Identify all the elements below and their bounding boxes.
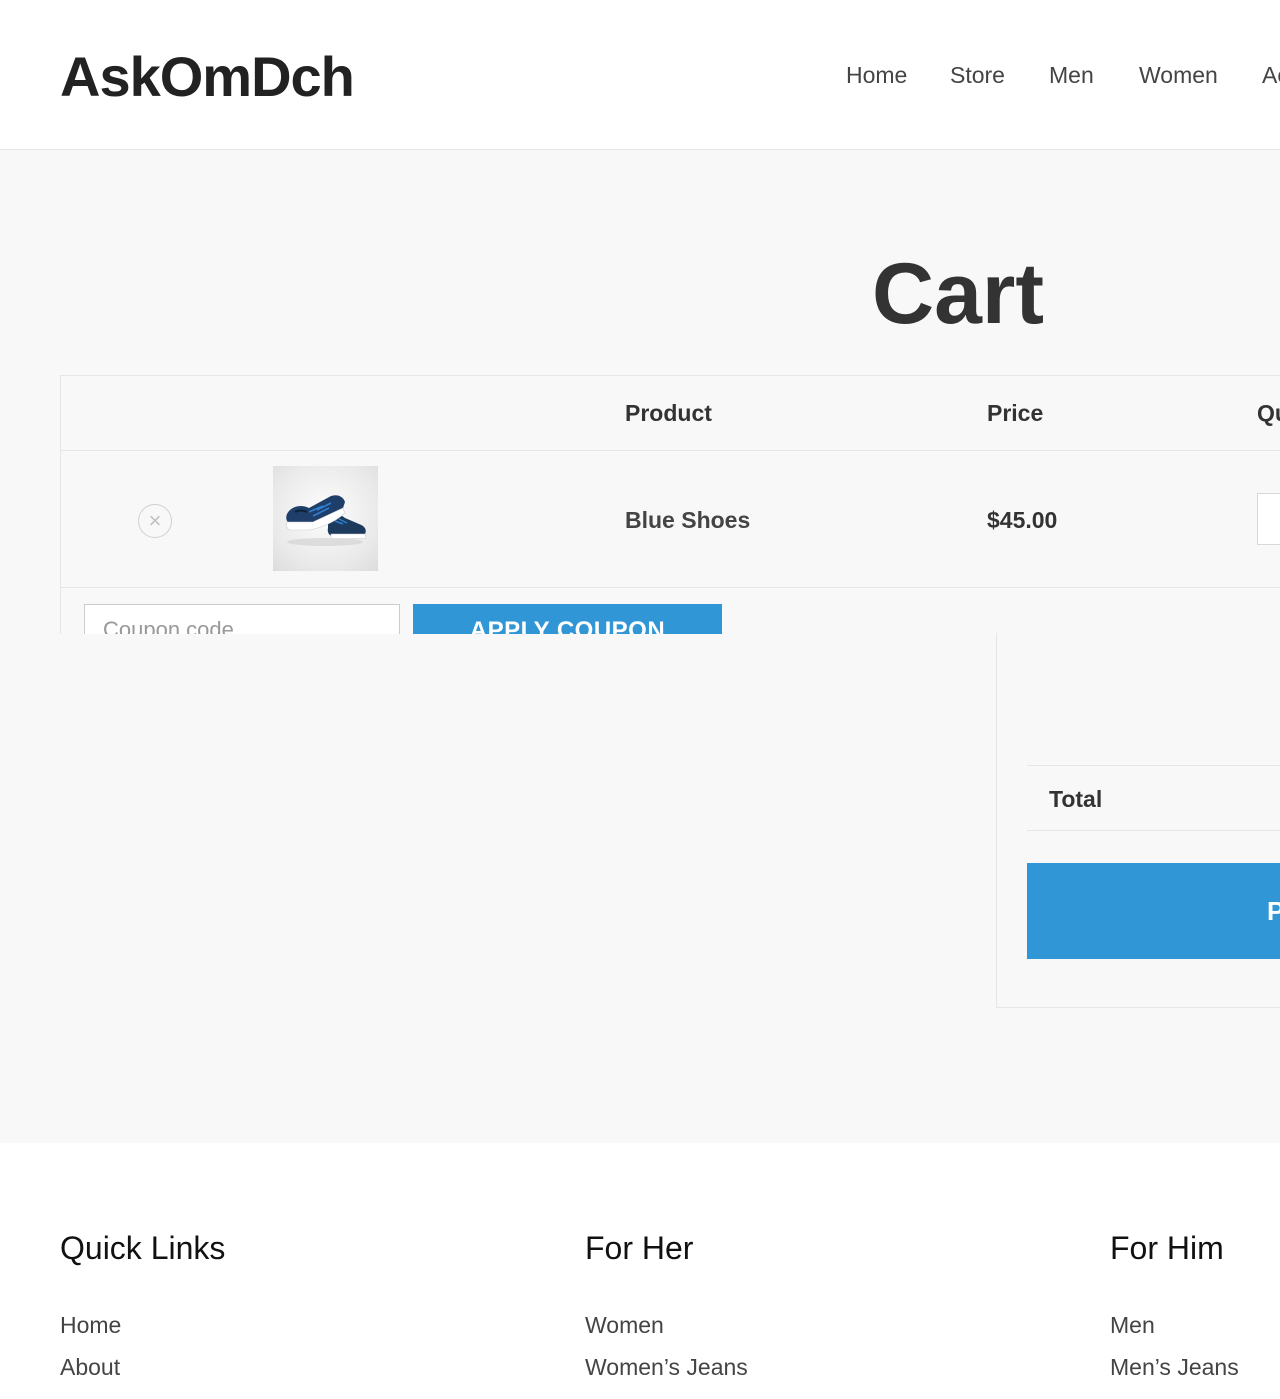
close-icon: × (148, 508, 162, 533)
footer-heading: Quick Links (60, 1230, 226, 1266)
remove-item-button[interactable]: × (138, 504, 172, 538)
nav-item-home[interactable]: Home (846, 62, 907, 89)
cart-totals: Total P (996, 633, 1280, 1008)
footer-link-men[interactable]: Men (1110, 1312, 1155, 1339)
footer-heading: For Her (585, 1230, 694, 1266)
checkout-button-label: P (1267, 896, 1280, 926)
footer-column-for-him: For Him Men Men’s Jeans (1110, 1143, 1280, 1399)
column-header-product: Product (625, 400, 712, 426)
nav-item-women[interactable]: Women (1139, 62, 1218, 89)
column-header-quantity: Qu (1257, 400, 1280, 426)
site-header: AskOmDch Home Store Men Women Ac (0, 0, 1280, 150)
total-label: Total (1049, 786, 1103, 812)
total-row: Total (1027, 765, 1280, 831)
coupon-code-input[interactable]: Coupon code (84, 604, 400, 634)
nav-item-account[interactable]: Ac (1262, 62, 1280, 89)
footer-link-about[interactable]: About (60, 1354, 120, 1381)
product-name-link[interactable]: Blue Shoes (625, 507, 750, 534)
product-price: $45.00 (987, 507, 1058, 533)
footer-link-womens-jeans[interactable]: Women’s Jeans (585, 1354, 748, 1381)
cart-table: Product Price Qu × (60, 375, 1280, 634)
apply-coupon-button[interactable]: APPLY COUPON (413, 604, 722, 634)
footer-link-home[interactable]: Home (60, 1312, 121, 1339)
main-nav: Home Store Men Women Ac (0, 62, 1280, 92)
product-thumbnail[interactable] (273, 466, 378, 571)
nav-item-store[interactable]: Store (950, 62, 1005, 89)
footer-heading: For Him (1110, 1230, 1224, 1266)
column-header-price: Price (987, 400, 1044, 426)
shoe-icon (286, 495, 367, 546)
page-title: Cart (872, 246, 1045, 342)
main-content: Cart Product Price Qu × (0, 150, 1280, 1143)
nav-item-men[interactable]: Men (1049, 62, 1094, 89)
site-footer: Quick Links Home About For Her Women Wom… (0, 1143, 1280, 1399)
quantity-input[interactable] (1257, 493, 1280, 545)
table-row: × Blue Shoes $45.00 (61, 451, 1280, 588)
footer-link-women[interactable]: Women (585, 1312, 664, 1339)
cart-table-header: Product Price Qu (61, 376, 1280, 451)
footer-link-mens-jeans[interactable]: Men’s Jeans (1110, 1354, 1239, 1381)
proceed-to-checkout-button[interactable]: P (1027, 863, 1280, 959)
